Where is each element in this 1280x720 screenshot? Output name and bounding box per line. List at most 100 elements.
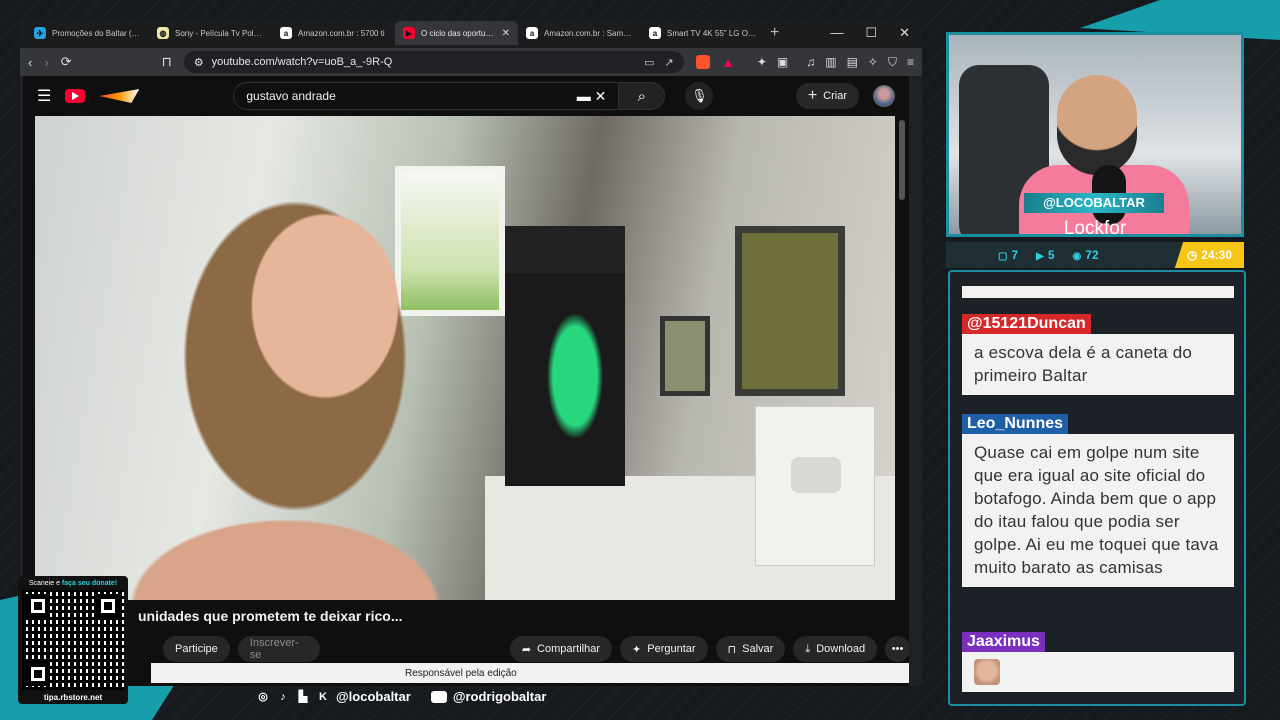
share-icon[interactable]: ↗	[665, 56, 674, 69]
video-microphone	[505, 226, 625, 486]
scrollbar[interactable]	[899, 120, 905, 200]
previous-message-edge	[962, 286, 1234, 298]
tab-favicon-icon: a	[280, 27, 292, 39]
streamer-handle: @LOCOBALTAR	[1024, 193, 1164, 213]
chat-username: Leo_Nunnes	[962, 414, 1069, 434]
minimize-button[interactable]: —	[830, 25, 843, 41]
chat-message: Jaaximus	[962, 632, 1234, 692]
clear-search-icon[interactable]: ▬ ✕	[577, 88, 607, 105]
youtube-logo-icon[interactable]	[65, 89, 86, 103]
twitch-icon: ▙	[298, 691, 308, 703]
stream-stats: ▢ 7 ▶ 5 ◉ 72 ◷ 24:30	[946, 242, 1244, 268]
sidebar-icon[interactable]: ▥	[825, 55, 836, 70]
media-icon[interactable]: ♫	[806, 55, 815, 70]
qr-finder	[26, 662, 50, 686]
download-icon: ⤓	[805, 642, 811, 655]
stream-timer: ◷ 24:30	[1174, 242, 1244, 268]
plus-icon: +	[807, 87, 818, 104]
bookmark-icon[interactable]: ⊓	[162, 54, 172, 70]
browser-tab[interactable]: a Amazon.com.br : 5700 ti	[272, 21, 395, 45]
video-frame-painting	[735, 226, 845, 396]
youtube-doodle[interactable]	[99, 89, 140, 103]
browser-tab[interactable]: ▶ O ciclo das oportunid ✕	[395, 21, 518, 45]
qr-url: tipa.rbstore.net	[43, 693, 103, 702]
vpn-icon[interactable]: ⛉	[888, 55, 897, 70]
kick-icon: K	[319, 690, 327, 703]
wallet-icon[interactable]: ▤	[847, 55, 858, 70]
tab-favicon-icon: ◍	[157, 27, 169, 39]
tab-favicon-icon: a	[649, 27, 661, 39]
chat-message-body: a escova dela é a caneta do primeiro Bal…	[962, 334, 1234, 395]
maximize-button[interactable]: ☐	[865, 25, 877, 41]
search-icon: ⌕	[637, 87, 647, 105]
tab-favicon-icon: ▶	[403, 27, 415, 39]
chat-username: @15121Duncan	[962, 314, 1091, 334]
create-button[interactable]: + Criar	[795, 83, 859, 109]
back-button[interactable]: ‹	[28, 55, 32, 70]
ask-button[interactable]: ✦ Perguntar	[620, 636, 708, 662]
browser-tab[interactable]: a Amazon.com.br : Samsung	[518, 21, 641, 45]
download-button[interactable]: ⤓ Download	[793, 636, 878, 662]
browser-tab[interactable]: ◍ Sony - Película Tv Polarizad	[149, 21, 272, 45]
social-handles: ◎ ♪ ▙ K @locobaltar @rodrigobaltar	[256, 689, 546, 704]
tab-title: Amazon.com.br : Samsung	[544, 28, 633, 38]
screenshot-icon[interactable]: ▣	[777, 55, 788, 70]
tab-favicon-icon: ✈	[34, 27, 46, 39]
donate-qr-panel: Scaneie e faça seu donate! tipa.rbstore.…	[18, 576, 128, 704]
forward-button[interactable]: ›	[44, 55, 48, 70]
subscribe-button[interactable]: Inscrever-se	[237, 636, 320, 662]
leo-ai-icon[interactable]: ✧	[868, 55, 878, 70]
brave-rewards-icon[interactable]: ▲	[722, 55, 735, 70]
qr-finder	[26, 594, 50, 618]
browser-tab[interactable]: ✈ Promoções do Baltar (Grup	[26, 21, 149, 45]
voice-search-button[interactable]: 🎙	[685, 82, 714, 110]
more-actions-button[interactable]: •••	[885, 636, 910, 662]
cast-icon[interactable]: ▭	[644, 56, 654, 69]
clock-icon: ◷	[1186, 248, 1198, 262]
tab-title: Amazon.com.br : 5700 ti	[298, 28, 385, 38]
new-tab-button[interactable]: +	[770, 24, 779, 42]
extensions-icon[interactable]: ✦	[757, 55, 767, 70]
close-window-button[interactable]: ✕	[899, 25, 910, 41]
reload-button[interactable]: ⟳	[61, 54, 72, 70]
search-query: gustavo andrade	[246, 89, 336, 103]
video-title: unidades que prometem te deixar rico...	[138, 608, 403, 624]
tab-bar: ✈ Promoções do Baltar (Grup ◍ Sony - Pelícu…	[20, 18, 922, 48]
share-button[interactable]: ➦ Compartilhar	[509, 636, 613, 662]
chat-message-body: Quase cai em golpe num site que era igua…	[962, 434, 1234, 587]
share-label: Compartilhar	[537, 643, 601, 655]
youtube-header: ☰ gustavo andrade ▬ ✕ ⌕ 🎙 + Criar	[23, 76, 909, 116]
url-field[interactable]: ⚙ youtube.com/watch?v=uoB_a_-9R-Q ▭ ↗	[183, 51, 684, 73]
tab-title: Sony - Película Tv Polarizad	[175, 28, 264, 38]
menu-hamburger-icon[interactable]: ☰	[37, 86, 51, 106]
address-bar-row: ‹ › ⟳ ⊓ ⚙ youtube.com/watch?v=uoB_a_-9R-…	[20, 48, 922, 76]
create-label: Criar	[823, 90, 847, 102]
qr-caption-prefix: Scaneie e	[28, 580, 60, 587]
search-button[interactable]: ⌕	[619, 82, 666, 110]
window-controls: — ☐ ✕	[830, 25, 922, 41]
search-input[interactable]: gustavo andrade ▬ ✕	[233, 82, 620, 110]
join-button[interactable]: Participe	[163, 636, 230, 662]
browser-tab[interactable]: a Smart TV 4K 55" LG OLED e	[641, 21, 764, 45]
video-count: ▶ 5	[1036, 248, 1055, 262]
chat-icon: ▢	[998, 251, 1008, 262]
brave-shields-icon[interactable]	[695, 55, 710, 69]
close-tab-icon[interactable]: ✕	[502, 28, 510, 39]
avatar[interactable]	[873, 85, 895, 107]
viewers-icon: ◉	[1072, 251, 1082, 262]
chat-message: @15121Duncan a escova dela é a caneta do …	[962, 314, 1234, 395]
video-player[interactable]	[35, 116, 895, 600]
join-label: Participe	[175, 643, 218, 655]
edit-credit-bar: Responsável pela edição	[151, 663, 909, 683]
menu-icon[interactable]: ≡	[907, 55, 914, 70]
tab-favicon-icon: a	[526, 27, 538, 39]
qr-code	[22, 590, 124, 690]
game-name: Lockfor	[1063, 218, 1127, 239]
site-info-icon[interactable]: ⚙	[194, 56, 204, 69]
extensions-toolbar: ✦ ▣ ♫ ▥ ▤ ✧ ⛉ ≡	[757, 55, 914, 70]
save-label: Salvar	[742, 643, 774, 655]
video-presenter	[65, 136, 485, 600]
tab-list: ✈ Promoções do Baltar (Grup ◍ Sony - Pelícu…	[26, 21, 764, 45]
ask-label: Perguntar	[647, 643, 696, 655]
save-button[interactable]: ⊓ Salvar	[715, 636, 786, 662]
